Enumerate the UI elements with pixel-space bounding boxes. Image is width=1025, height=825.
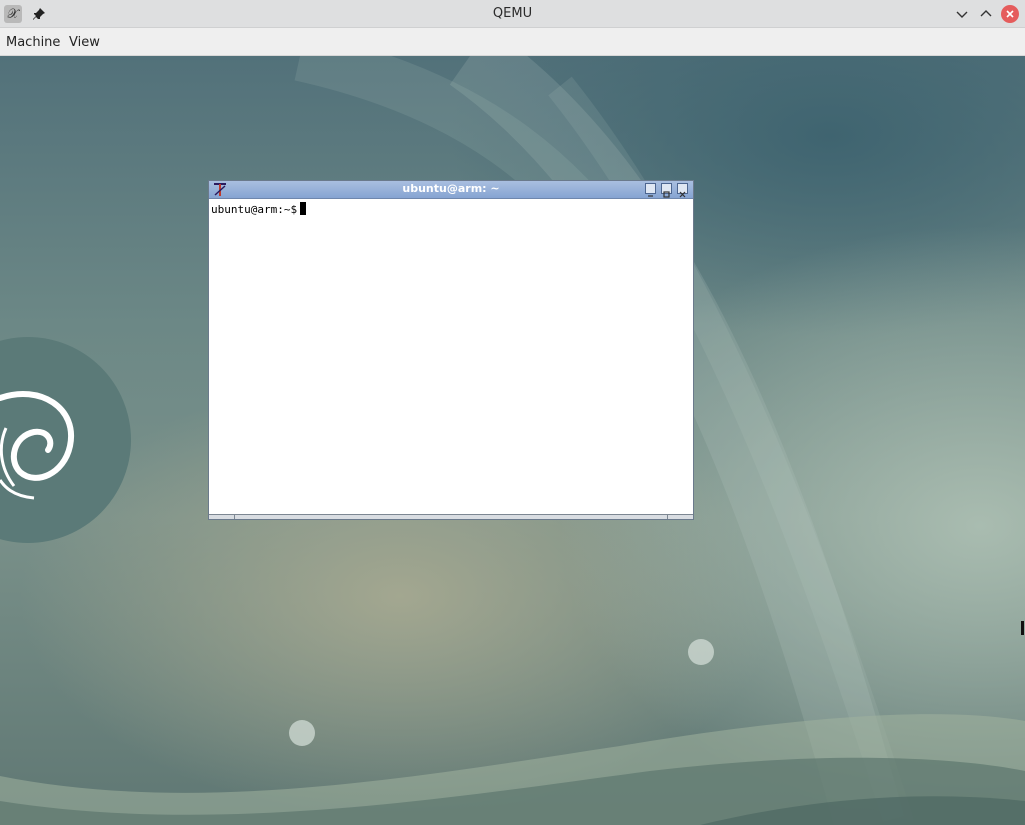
window-title: QEMU	[492, 6, 533, 21]
xterm-scrollbar[interactable]	[209, 514, 693, 519]
scrollbar-divider	[234, 515, 235, 519]
close-icon	[1006, 10, 1014, 18]
xterm-window[interactable]: ubuntu@arm: ~ ubuntu@arm:~$	[208, 180, 694, 520]
maximize-icon	[663, 191, 670, 198]
close-button[interactable]	[1001, 5, 1019, 23]
scrollbar-divider	[667, 515, 668, 519]
menu-view[interactable]: View	[69, 35, 100, 50]
maximize-button[interactable]	[977, 5, 995, 23]
shell-prompt: ubuntu@arm:~$	[211, 203, 298, 216]
guest-display[interactable]: ubuntu@arm: ~ ubuntu@arm:~$	[0, 56, 1025, 825]
text-cursor	[300, 202, 307, 215]
wallpaper-dot	[289, 720, 315, 746]
close-icon	[679, 191, 686, 198]
terminal-output[interactable]: ubuntu@arm:~$	[211, 202, 307, 216]
minimize-icon	[648, 195, 653, 197]
chevron-down-icon	[956, 11, 968, 18]
mouse-cursor	[1021, 621, 1024, 635]
wallpaper-dot	[688, 639, 714, 665]
xterm-title: ubuntu@arm: ~	[402, 182, 500, 195]
menu-machine[interactable]: Machine	[6, 35, 60, 50]
chevron-up-icon	[980, 10, 992, 17]
qemu-window: 𝒳 QEMU Machine View ubuntu@arm: ~ ubuntu…	[0, 0, 1025, 825]
menu-bar: Machine View	[0, 28, 1025, 56]
minimize-button[interactable]	[953, 5, 971, 23]
xterm-close-button[interactable]	[677, 183, 688, 198]
xterm-maximize-button[interactable]	[661, 183, 672, 198]
xterm-titlebar[interactable]: ubuntu@arm: ~	[209, 181, 693, 199]
xterm-minimize-button[interactable]	[645, 183, 656, 197]
title-bar[interactable]: 𝒳 QEMU	[0, 0, 1025, 28]
